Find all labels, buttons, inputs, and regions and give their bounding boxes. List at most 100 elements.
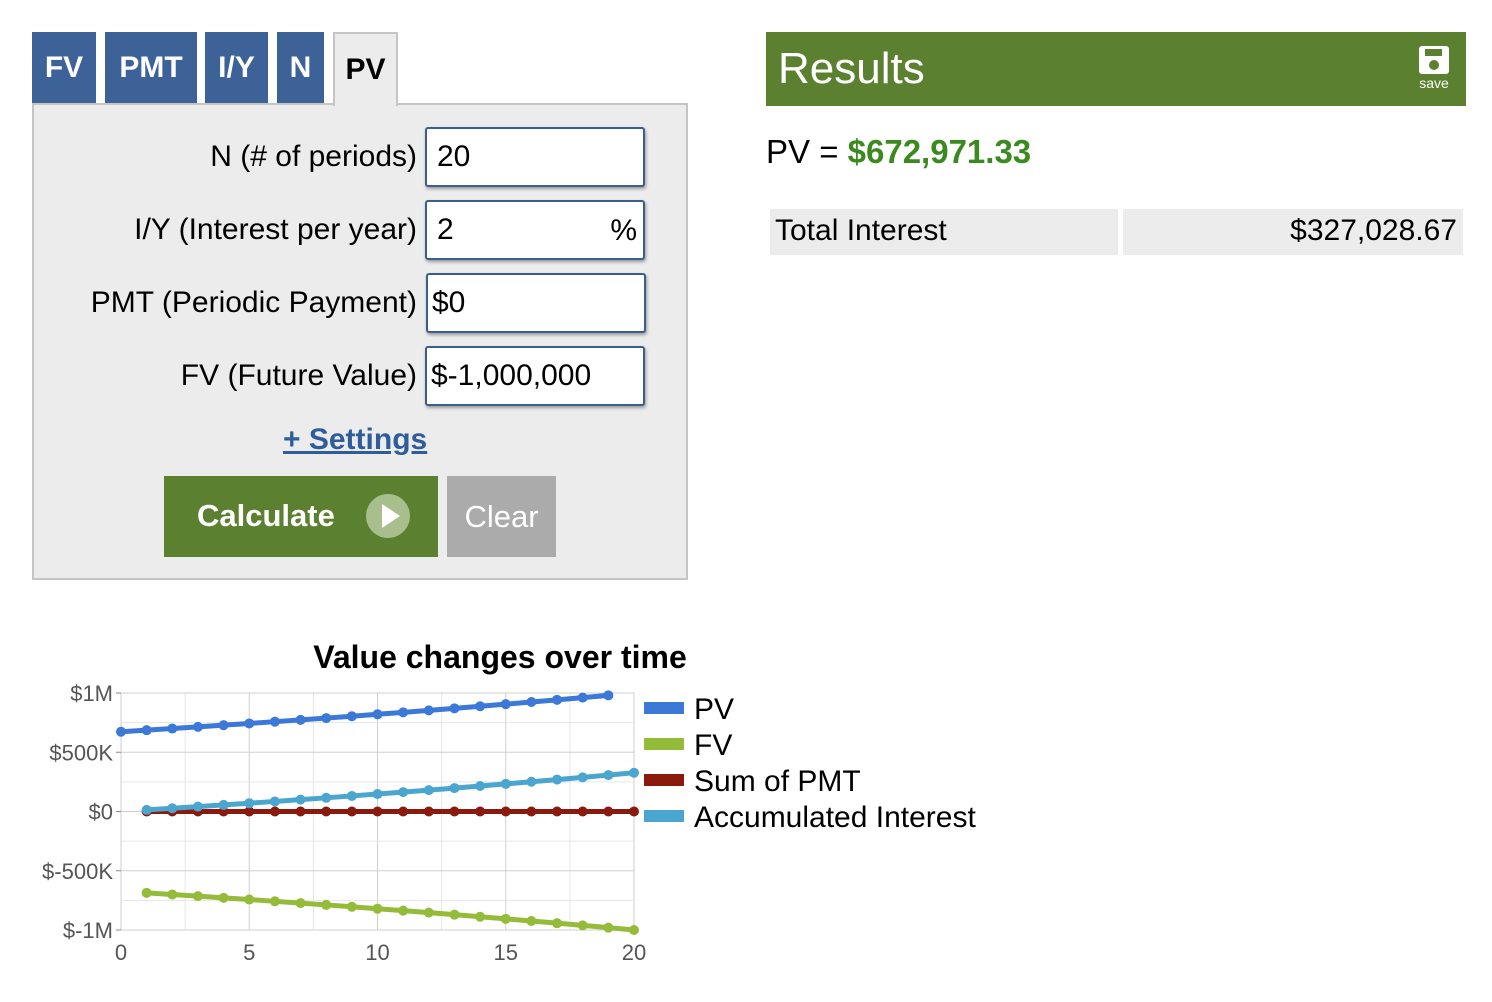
tab-fv[interactable]: FV — [32, 32, 96, 104]
data-point-pv — [295, 714, 306, 725]
legend-label-sum-of-pmt: Sum of PMT — [694, 765, 861, 798]
data-point-fv — [321, 899, 332, 910]
y-tick-label: $-500K — [42, 859, 113, 884]
iy-input[interactable] — [437, 202, 607, 258]
y-tick-label: $0 — [89, 800, 113, 825]
legend-swatch-accumulated-interest — [644, 810, 684, 822]
legend-label-fv: FV — [694, 729, 732, 762]
data-point-accumulated-interest — [500, 778, 511, 789]
data-point-accumulated-interest — [526, 776, 537, 787]
data-point-sum-of-pmt — [398, 806, 409, 817]
legend-swatch-fv — [644, 738, 684, 750]
data-point-pv — [398, 707, 409, 718]
y-tick-label: $500K — [49, 740, 113, 765]
fv-field[interactable] — [425, 346, 645, 406]
data-point-accumulated-interest — [346, 790, 357, 801]
x-tick-label: 5 — [243, 940, 255, 965]
data-point-pv — [500, 699, 511, 710]
percent-suffix: % — [610, 214, 637, 247]
total-interest-label: Total Interest — [770, 209, 1118, 255]
pmt-label: PMT (Periodic Payment) — [90, 286, 417, 319]
pv-result: PV = $672,971.33 — [766, 133, 1031, 171]
save-button[interactable]: save — [1414, 46, 1454, 91]
data-point-sum-of-pmt — [423, 806, 434, 817]
data-point-pv — [603, 690, 614, 701]
data-point-sum-of-pmt — [629, 806, 639, 817]
settings-link[interactable]: + Settings — [283, 423, 427, 457]
data-point-fv — [603, 922, 614, 933]
data-point-pv — [372, 709, 383, 720]
data-point-pv — [244, 718, 255, 729]
y-tick-label: $1M — [70, 681, 113, 706]
fv-input[interactable] — [431, 348, 641, 404]
data-point-fv — [552, 918, 563, 929]
calculate-button[interactable]: Calculate — [164, 476, 438, 557]
data-point-accumulated-interest — [552, 774, 563, 785]
data-point-accumulated-interest — [398, 787, 409, 798]
data-point-accumulated-interest — [218, 799, 229, 810]
data-point-fv — [167, 889, 178, 900]
pmt-field[interactable] — [426, 273, 646, 333]
chart-title: Value changes over time — [313, 639, 687, 675]
data-point-fv — [372, 903, 383, 914]
data-point-pv — [449, 703, 460, 714]
n-input[interactable] — [437, 129, 607, 185]
data-point-pv — [218, 720, 229, 731]
data-point-fv — [526, 915, 537, 926]
data-point-fv — [629, 925, 639, 935]
data-point-pv — [192, 721, 203, 732]
data-point-sum-of-pmt — [552, 806, 563, 817]
data-point-sum-of-pmt — [500, 806, 511, 817]
data-point-fv — [244, 894, 255, 905]
data-point-accumulated-interest — [372, 789, 383, 800]
save-icon — [1419, 46, 1449, 74]
iy-field[interactable]: % — [425, 200, 645, 260]
fv-label: FV (Future Value) — [180, 359, 417, 392]
data-point-accumulated-interest — [423, 785, 434, 796]
total-interest-value: $327,028.67 — [1123, 209, 1463, 255]
data-point-accumulated-interest — [269, 796, 280, 807]
data-point-pv — [116, 726, 126, 737]
data-point-accumulated-interest — [577, 772, 588, 783]
chart-legend: PVFVSum of PMTAccumulated Interest — [644, 693, 976, 834]
data-point-sum-of-pmt — [269, 806, 280, 817]
data-point-sum-of-pmt — [295, 806, 306, 817]
tab-iy[interactable]: I/Y — [205, 32, 268, 104]
data-point-accumulated-interest — [629, 767, 639, 778]
x-tick-label: 10 — [365, 940, 389, 965]
tab-pv[interactable]: PV — [333, 32, 398, 106]
tab-pmt[interactable]: PMT — [105, 32, 197, 104]
x-tick-label: 15 — [494, 940, 518, 965]
value-chart: Value changes over time 0 5 10 15 20 $1M $500K… — [42, 639, 976, 965]
legend-label-accumulated-interest: Accumulated Interest — [694, 801, 976, 834]
data-point-pv — [552, 694, 563, 705]
data-point-fv — [141, 887, 152, 898]
results-header: Results save — [766, 32, 1466, 106]
pmt-input[interactable] — [432, 275, 602, 331]
legend-swatch-pv — [644, 702, 684, 714]
data-point-pv — [141, 725, 152, 736]
clear-button[interactable]: Clear — [447, 476, 556, 557]
x-tick-label: 0 — [115, 940, 127, 965]
data-point-fv — [500, 913, 511, 924]
legend-swatch-sum-of-pmt — [644, 774, 684, 786]
data-point-pv — [321, 713, 332, 724]
data-point-pv — [269, 716, 280, 727]
data-point-accumulated-interest — [192, 801, 203, 812]
data-point-accumulated-interest — [321, 792, 332, 803]
y-tick-label: $-1M — [63, 918, 113, 943]
data-point-accumulated-interest — [603, 770, 614, 781]
data-point-pv — [167, 723, 178, 734]
data-point-pv — [526, 697, 537, 708]
data-point-fv — [398, 905, 409, 916]
data-point-accumulated-interest — [449, 783, 460, 794]
n-field[interactable] — [425, 127, 645, 187]
data-point-pv — [423, 705, 434, 716]
data-point-accumulated-interest — [295, 794, 306, 805]
save-label: save — [1419, 75, 1449, 91]
tab-n[interactable]: N — [277, 32, 324, 104]
data-point-accumulated-interest — [141, 804, 152, 815]
data-point-sum-of-pmt — [603, 806, 614, 817]
data-point-pv — [346, 711, 357, 722]
data-point-accumulated-interest — [167, 803, 178, 814]
